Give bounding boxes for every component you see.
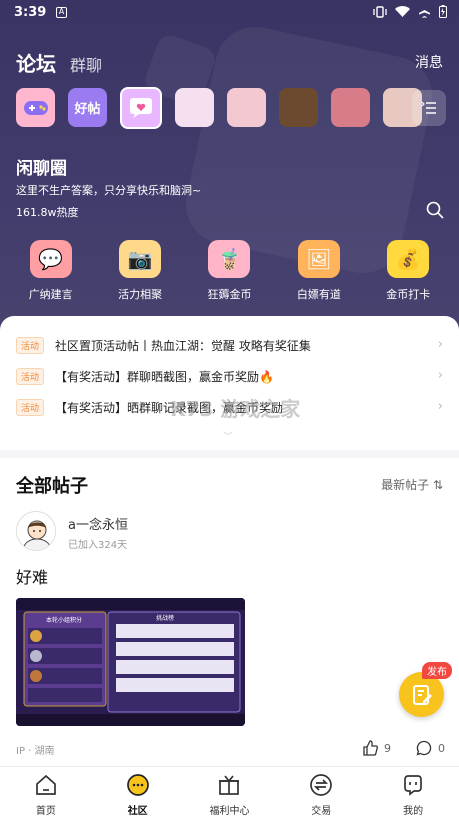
nav-trade-label: 交易 [311, 806, 332, 816]
circle-list-more-button[interactable] [412, 90, 446, 126]
list-menu-icon [421, 101, 436, 114]
community-chat-icon [126, 774, 149, 796]
post-ip: IP · 湖南 [16, 746, 55, 757]
feature-label: 狂薅金币 [207, 288, 252, 301]
tab-group-chat[interactable]: 群聊 [70, 52, 102, 76]
feature-label: 广纳建言 [28, 288, 73, 301]
top-tabs: 论坛 群聊 [16, 48, 102, 77]
activity-tag: 活动 [16, 367, 45, 385]
gamepad-icon [23, 100, 48, 115]
notification-a-icon: A [56, 7, 67, 18]
circle-good-posts-label: 好帖 [74, 102, 101, 117]
chevron-right-icon: › [437, 368, 443, 383]
feature-label: 活力相聚 [118, 288, 163, 301]
exchange-icon [310, 774, 333, 796]
announcement-text: 社区置顶活动帖丨热血江湖：觉醒 攻略有奖征集 [55, 338, 311, 353]
gift-icon [219, 775, 240, 795]
chevron-right-icon: › [437, 399, 443, 414]
circle-chat[interactable] [120, 87, 162, 129]
post-joined: 已加入324天 [68, 540, 128, 551]
coin-bag-icon: 💰 [387, 240, 430, 278]
watermark: K73 游戏之家 [170, 397, 301, 421]
feature-label: 金币打卡 [386, 288, 431, 301]
photo-card-icon: 📷 [119, 240, 162, 278]
announcement-item[interactable]: 活动 社区置顶活动帖丨热血江湖：觉醒 攻略有奖征集 › [16, 335, 443, 355]
chevron-down-icon[interactable]: ﹀ [223, 428, 233, 443]
post-title[interactable]: 好难 [16, 564, 48, 588]
nav-me-label: 我的 [403, 806, 424, 816]
bottom-nav: 首页 社区 福利中心 交易 我的 [0, 766, 459, 816]
like-count: 9 [384, 741, 391, 755]
circle-game-c[interactable] [279, 88, 318, 127]
image-caption: 本轮小组积分 [46, 616, 82, 624]
feature-freebies[interactable]: 🖼 白嫖有道 [279, 240, 359, 302]
comment-button[interactable]: 0 [416, 740, 445, 756]
like-button[interactable]: 9 [362, 740, 391, 756]
circle-title: 闲聊圈 [16, 159, 67, 179]
battery-icon [439, 5, 447, 18]
feature-coin-checkin[interactable]: 💰 金币打卡 [368, 240, 448, 302]
nav-welfare-label: 福利中心 [209, 806, 250, 816]
nav-home-label: 首页 [35, 806, 56, 816]
section-divider [0, 450, 459, 458]
chevron-right-icon: › [437, 337, 443, 352]
comment-icon [416, 740, 432, 756]
activity-tag: 活动 [16, 336, 45, 354]
feature-coins-farm[interactable]: 🧋 狂薅金币 [189, 240, 269, 302]
announcement-text: 【有奖活动】群聊晒截图，赢金币奖励🔥 [55, 369, 274, 384]
game-screenshot: 本轮小组积分 挑战榜 [16, 598, 245, 726]
hero-header: 3:39 A 论坛 群聊 消息 好帖 闲聊圈 这里不生产答案，只分享快乐和脑洞~… [0, 0, 459, 330]
search-icon[interactable] [425, 200, 445, 220]
user-avatar-icon [17, 512, 55, 550]
feature-photo-gather[interactable]: 📷 活力相聚 [100, 240, 180, 302]
nav-trade[interactable]: 交易 [275, 767, 367, 816]
status-time: 3:39 [14, 5, 47, 20]
section-title: 全部帖子 [16, 476, 88, 497]
messages-button[interactable]: 消息 [415, 52, 443, 72]
sort-icon: ⇅ [432, 478, 443, 492]
edit-note-icon [412, 684, 432, 705]
nav-welfare[interactable]: 福利中心 [184, 767, 276, 816]
profile-icon [404, 775, 422, 796]
vibrate-icon [373, 5, 387, 18]
status-bar: 3:39 A [0, 0, 459, 26]
image-tab: 挑战榜 [156, 614, 174, 622]
status-icons [373, 5, 447, 18]
sort-button[interactable]: 最新帖子 ⇅ [381, 476, 443, 493]
speech-bubble-heart-icon: 💬 [29, 240, 72, 278]
home-icon [36, 774, 56, 795]
avatar[interactable] [16, 511, 56, 551]
comment-count: 0 [438, 741, 445, 755]
thumbs-up-icon [363, 740, 378, 756]
announcement-item[interactable]: 活动 【有奖活动】群聊晒截图，赢金币奖励🔥 › [16, 366, 443, 386]
sort-label: 最新帖子 [381, 478, 430, 492]
circle-game-a[interactable] [175, 88, 214, 127]
nav-community[interactable]: 社区 [92, 767, 184, 816]
airplane-icon [419, 5, 430, 18]
nav-community-label: 社区 [127, 806, 148, 816]
tab-forum[interactable]: 论坛 [16, 48, 56, 77]
circle-heat: 161.8w热度 [16, 206, 79, 219]
feature-list: 💬 广纳建言 📷 活力相聚 🧋 狂薅金币 🖼 白嫖有道 💰 金币打卡 [0, 240, 459, 302]
circle-game-d[interactable] [331, 88, 370, 127]
circle-description: 这里不生产答案，只分享快乐和脑洞~ [16, 184, 202, 197]
publish-badge: 发布 [422, 662, 452, 679]
circle-list: 好帖 [16, 87, 422, 129]
activity-tag: 活动 [16, 398, 45, 416]
chat-heart-icon [130, 98, 152, 118]
feature-label: 白嫖有道 [296, 288, 341, 301]
post-username[interactable]: a一念永恒 [68, 514, 128, 533]
circle-good-posts[interactable]: 好帖 [68, 88, 107, 127]
circle-game-b[interactable] [227, 88, 266, 127]
post-image[interactable]: 本轮小组积分 挑战榜 [16, 598, 245, 726]
nav-home[interactable]: 首页 [0, 767, 92, 816]
wifi-icon [395, 5, 410, 17]
nav-me[interactable]: 我的 [367, 767, 459, 816]
milk-tea-icon: 🧋 [208, 240, 251, 278]
picture-frame-icon: 🖼 [297, 240, 340, 278]
feature-suggestions[interactable]: 💬 广纳建言 [11, 240, 91, 302]
circle-game-icon[interactable] [16, 88, 55, 127]
